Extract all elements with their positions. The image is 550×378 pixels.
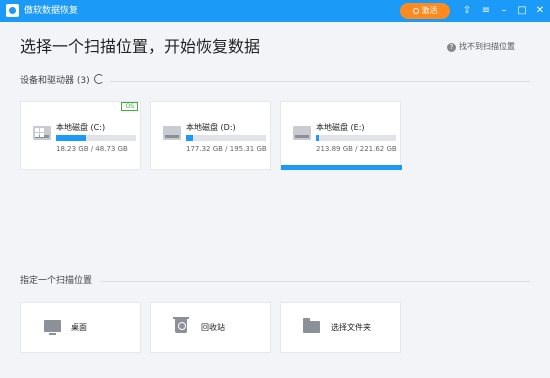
drive-usage-fill [316,135,319,141]
drive-size: 18.23 GB / 48.73 GB [56,145,128,153]
import-icon[interactable]: ⇪ [461,5,473,17]
upgrade-label: 激活 [421,6,438,15]
drive-name: 本地磁盘 (D:) [186,123,236,132]
desktop-icon [44,320,61,335]
drive-card-c[interactable]: OS 本地磁盘 (C:) 18.23 GB / 48.73 GB [20,101,141,170]
app-title: 傲软数据恢复 [24,6,79,16]
drive-card-e[interactable]: 本地磁盘 (E:) 213.89 GB / 221.62 GB [280,101,402,170]
location-recycle-bin[interactable]: 回收站 [150,302,271,353]
location-label: 回收站 [201,323,225,332]
location-desktop[interactable]: 桌面 [20,302,141,353]
divider [110,81,530,82]
key-icon [412,8,419,14]
drive-usage-bar [186,135,266,141]
recycle-bin-icon [173,317,189,333]
app-logo-icon [6,4,19,17]
minimize-icon[interactable]: – [498,5,510,17]
maximize-icon[interactable]: □ [516,5,528,17]
windows-logo-icon [35,128,44,137]
os-badge: OS [121,102,138,111]
help-link[interactable]: ? 找不到扫描位置 [447,42,515,52]
refresh-icon[interactable] [94,74,104,84]
menu-icon[interactable]: ≡ [480,5,492,17]
drive-usage-bar [56,135,136,141]
locations-section-label: 指定一个扫描位置 [20,276,93,286]
help-icon: ? [447,43,456,52]
folder-icon [303,318,320,333]
upgrade-button[interactable]: 激活 [400,3,450,19]
close-icon[interactable]: ✕ [534,5,546,17]
drive-icon [293,126,311,140]
help-link-label: 找不到扫描位置 [459,42,515,51]
scan-button[interactable] [281,165,402,170]
devices-section-label: 设备和驱动器 (3) [20,76,90,86]
drive-card-d[interactable]: 本地磁盘 (D:) 177.32 GB / 195.31 GB [150,101,271,170]
location-label: 选择文件夹 [331,323,371,332]
divider [100,281,530,282]
drive-usage-fill [56,135,86,141]
drive-size: 177.32 GB / 195.31 GB [186,145,267,153]
page-title: 选择一个扫描位置，开始恢复数据 [20,37,261,56]
drive-name: 本地磁盘 (E:) [316,123,365,132]
location-select-folder[interactable]: 选择文件夹 [280,302,401,353]
drive-icon [163,126,181,140]
title-bar: 傲软数据恢复 激活 ⇪ ≡ – □ ✕ [0,0,550,22]
drive-size: 213.89 GB / 221.62 GB [316,145,397,153]
location-label: 桌面 [71,323,87,332]
drive-name: 本地磁盘 (C:) [56,123,106,132]
drive-usage-bar [316,135,396,141]
drive-usage-fill [186,135,194,141]
